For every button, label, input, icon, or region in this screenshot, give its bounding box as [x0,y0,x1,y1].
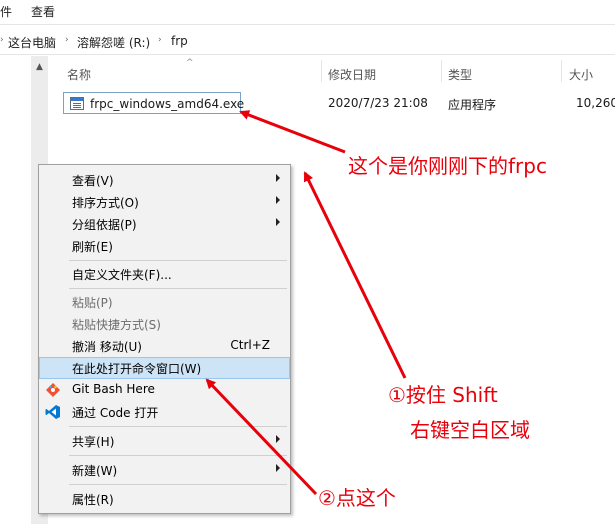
arrow-to-blank-area [303,171,407,379]
annotation-step1-line1: ①按住 Shift [388,383,498,407]
arrow-to-menu-item [205,378,318,496]
annotation-arrows [205,110,407,496]
annotation-frpc-note: 这个是你刚刚下的frpc [348,154,547,178]
annotation-step1-line2: 右键空白区域 [410,418,530,442]
arrow-to-file [239,110,346,154]
annotation-step2: ②点这个 [318,486,396,510]
